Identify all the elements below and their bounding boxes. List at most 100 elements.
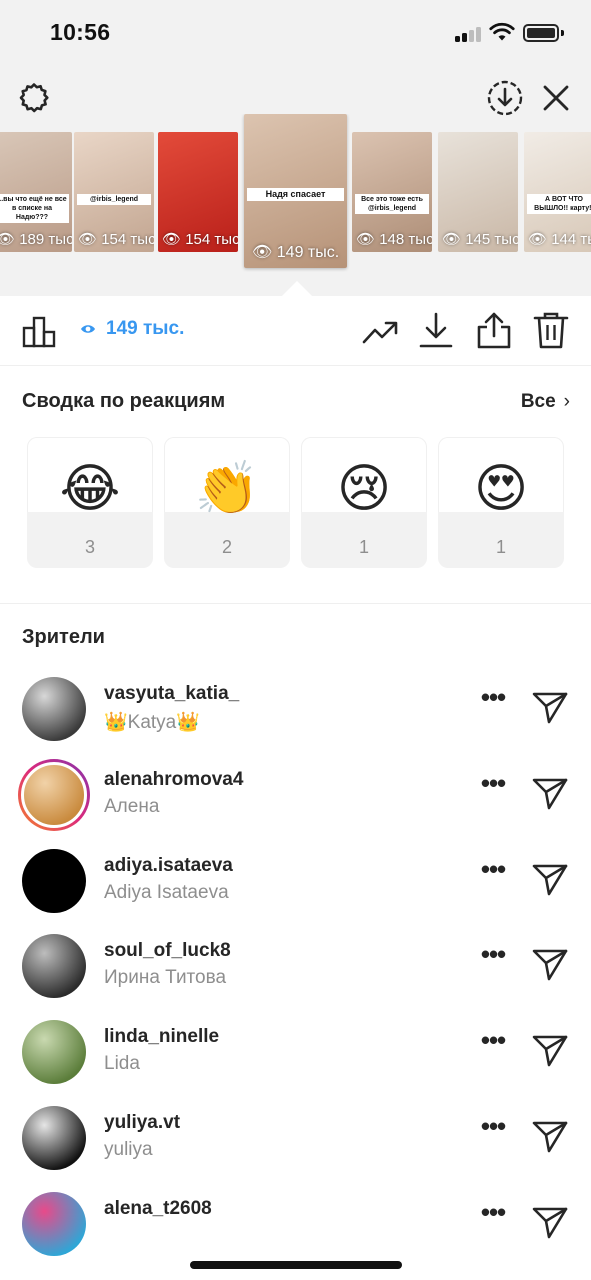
eye-icon: 👁 xyxy=(78,231,98,248)
avatar[interactable] xyxy=(22,849,86,913)
thumbnail-views: 154 тыс xyxy=(101,231,154,248)
reaction-card[interactable]: 👏 2 xyxy=(164,437,290,568)
avatar[interactable] xyxy=(22,1020,86,1084)
viewer-full-name: Алена xyxy=(104,796,160,817)
viewer-row[interactable]: adiya.isataeva Adiya Isataeva ••• xyxy=(0,849,591,929)
reaction-count: 3 xyxy=(84,537,95,557)
viewer-full-name: 👑Katya👑 xyxy=(104,712,200,733)
trending-up-icon[interactable] xyxy=(362,314,398,348)
send-direct-icon[interactable] xyxy=(531,1032,569,1068)
story-action-bar: 149 тыс. xyxy=(0,296,591,366)
battery-cap xyxy=(561,30,564,36)
viewer-full-name: Lida xyxy=(104,1053,140,1074)
viewer-username[interactable]: soul_of_luck8 xyxy=(104,940,231,962)
viewer-full-name: Ирина Титова xyxy=(104,967,227,988)
reaction-count: 1 xyxy=(358,537,369,557)
all-reactions-link[interactable]: Все › xyxy=(521,391,570,413)
story-thumbnail-selected[interactable]: Надя спасает 👁 149 тыс. xyxy=(244,114,347,268)
more-options-icon[interactable]: ••• xyxy=(479,941,507,974)
download-circle-icon[interactable] xyxy=(485,78,525,118)
trash-icon[interactable] xyxy=(533,310,569,350)
send-direct-icon[interactable] xyxy=(531,946,569,982)
viewers-title: Зрители xyxy=(22,626,105,648)
crying-emoji-icon: 😢 xyxy=(336,460,392,518)
avatar xyxy=(21,762,87,828)
thumbnail-caption: @irbis_legend xyxy=(77,194,151,206)
story-thumbnail[interactable]: ...вы что ещё не все в списке на Надю???… xyxy=(0,132,72,252)
download-icon[interactable] xyxy=(418,310,454,350)
avatar[interactable] xyxy=(22,1192,86,1256)
viewer-row[interactable]: alena_t2608 ••• xyxy=(0,1192,591,1272)
story-thumbnail-strip[interactable]: ...вы что ещё не все в списке на Надю???… xyxy=(0,114,591,274)
viewer-username[interactable]: alenahromova4 xyxy=(104,769,243,791)
viewer-username[interactable]: adiya.isataeva xyxy=(104,855,233,877)
close-icon[interactable] xyxy=(538,80,574,116)
thumbnail-views: 189 тыс xyxy=(19,231,72,248)
story-thumbnail[interactable]: 👁 145 тыс xyxy=(438,132,518,252)
share-icon[interactable] xyxy=(476,310,512,350)
viewer-username[interactable]: alena_t2608 xyxy=(104,1198,212,1220)
laughing-emoji-icon: 😂 xyxy=(59,460,121,518)
bar-chart-icon[interactable] xyxy=(22,314,58,348)
clapping-emoji-icon: 👏 xyxy=(194,460,260,518)
eye-icon: 👁 xyxy=(252,244,273,261)
send-direct-icon[interactable] xyxy=(531,775,569,811)
send-direct-icon[interactable] xyxy=(531,1118,569,1154)
viewer-row[interactable]: soul_of_luck8 Ирина Титова ••• xyxy=(0,934,591,1014)
heart-eyes-emoji-icon: 😍 xyxy=(473,460,529,518)
avatar[interactable] xyxy=(22,677,86,741)
all-reactions-label: Все xyxy=(520,391,556,412)
wifi-icon xyxy=(489,22,515,41)
status-bar: 10:56 xyxy=(0,0,591,70)
battery-icon xyxy=(523,24,559,42)
thumbnail-caption: А ВОТ ЧТО ВЫШЛО!! карту!! xyxy=(527,194,591,215)
send-direct-icon[interactable] xyxy=(531,689,569,725)
viewer-username[interactable]: yuliya.vt xyxy=(104,1112,180,1134)
viewer-username[interactable]: linda_ninelle xyxy=(104,1026,219,1048)
thumbnail-views: 145 тыс xyxy=(465,231,518,248)
thumbnail-views: 144 тыс xyxy=(551,231,591,248)
thumbnail-views: 154 тыс xyxy=(185,231,238,248)
more-options-icon[interactable]: ••• xyxy=(479,1027,507,1060)
thumbnail-views: 148 тыс xyxy=(379,231,432,248)
reaction-count: 1 xyxy=(495,537,506,557)
reactions-title: Сводка по реакциям xyxy=(22,390,226,412)
avatar[interactable] xyxy=(22,1106,86,1170)
status-time: 10:56 xyxy=(50,19,111,45)
more-options-icon[interactable]: ••• xyxy=(479,1113,507,1146)
viewer-row[interactable]: alenahromova4 Алена ••• xyxy=(0,759,591,843)
send-direct-icon[interactable] xyxy=(531,1204,569,1240)
gear-icon[interactable] xyxy=(14,78,54,118)
chevron-right-icon: › xyxy=(563,391,570,412)
viewer-row[interactable]: vasyuta_katia_ 👑Katya👑 ••• xyxy=(0,677,591,757)
story-thumbnail[interactable]: 👁 154 тыс xyxy=(158,132,238,252)
viewer-row[interactable]: linda_ninelle Lida ••• xyxy=(0,1020,591,1100)
send-direct-icon[interactable] xyxy=(531,861,569,897)
more-options-icon[interactable]: ••• xyxy=(479,770,507,803)
viewer-full-name: yuliya xyxy=(104,1139,153,1160)
cellular-signal-icon xyxy=(455,26,483,42)
more-options-icon[interactable]: ••• xyxy=(479,856,507,889)
reaction-card[interactable]: 😍 1 xyxy=(438,437,564,568)
eye-icon xyxy=(81,325,95,333)
viewer-username[interactable]: vasyuta_katia_ xyxy=(104,683,239,705)
home-indicator xyxy=(190,1261,402,1269)
views-count: 149 тыс. xyxy=(106,318,185,339)
viewer-row[interactable]: yuliya.vt yuliya ••• xyxy=(0,1106,591,1186)
views-tab[interactable]: 149 тыс. xyxy=(80,318,184,358)
avatar[interactable] xyxy=(22,934,86,998)
story-thumbnail[interactable]: @irbis_legend 👁 154 тыс xyxy=(74,132,154,252)
story-thumbnail[interactable]: Все это тоже есть @irbis_legend 👁 148 ты… xyxy=(352,132,432,252)
reaction-card[interactable]: 😢 1 xyxy=(301,437,427,568)
thumbnail-caption: Все это тоже есть @irbis_legend xyxy=(355,194,429,215)
section-divider xyxy=(0,603,591,604)
thumbnail-caption: Надя спасает xyxy=(247,187,344,201)
more-options-icon[interactable]: ••• xyxy=(479,1199,507,1232)
reaction-card[interactable]: 😂 3 xyxy=(27,437,153,568)
viewer-full-name: Adiya Isataeva xyxy=(104,882,229,903)
reactions-header: Сводка по реакциям Все › xyxy=(22,390,570,416)
eye-icon: 👁 xyxy=(162,231,182,248)
story-thumbnail[interactable]: А ВОТ ЧТО ВЫШЛО!! карту!! 👁 144 тыс xyxy=(524,132,591,252)
avatar-story-ring[interactable] xyxy=(18,759,90,831)
more-options-icon[interactable]: ••• xyxy=(479,684,507,717)
